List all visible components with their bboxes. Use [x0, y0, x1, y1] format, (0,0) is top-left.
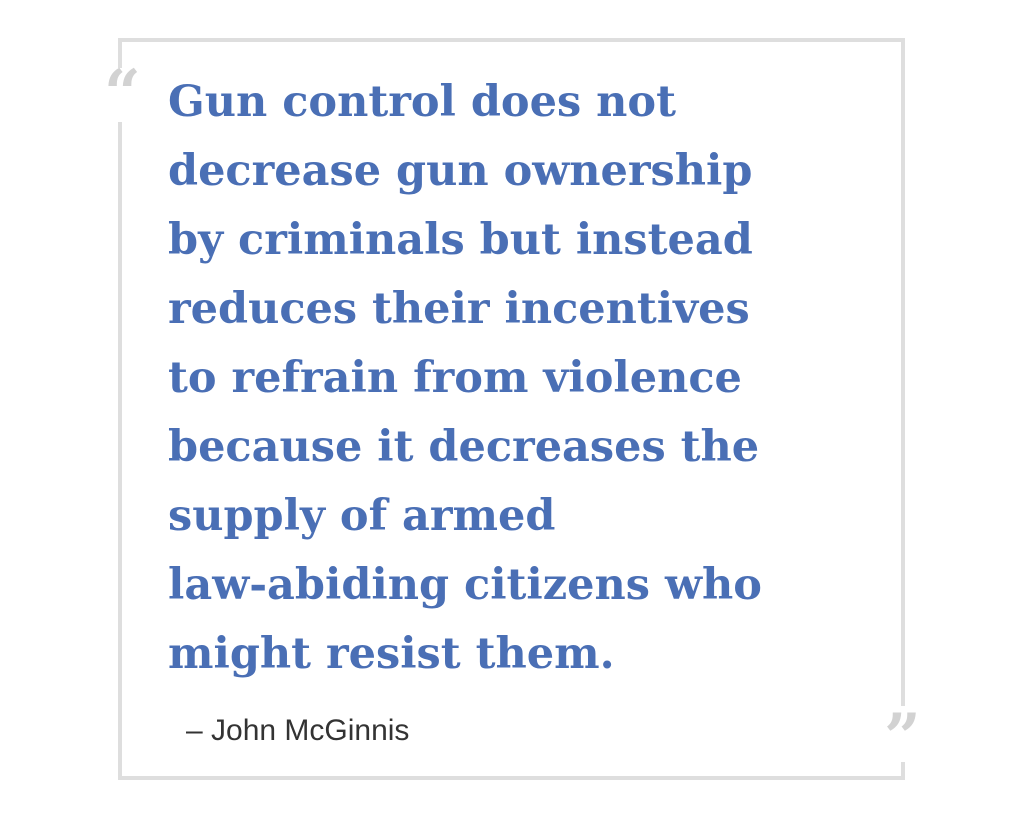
quote-line: Gun control does not	[168, 77, 676, 127]
quote-line: reduces their incentives	[168, 284, 750, 334]
quote-line: supply of armed	[168, 491, 556, 541]
quote-attribution: – John McGinnis	[186, 714, 410, 747]
open-quote-icon: “	[104, 56, 141, 131]
quote-line: to refrain from violence	[168, 353, 742, 403]
quote-line: decrease gun ownership	[168, 146, 753, 196]
quote-line: law-abiding citizens who	[168, 560, 762, 610]
quote-card: “ ” Gun control does not decrease gun ow…	[0, 0, 1024, 828]
close-quote-icon: ”	[884, 700, 921, 775]
quote-line: because it decreases the	[168, 422, 760, 472]
quote-text: Gun control does not decrease gun owners…	[168, 68, 808, 689]
quote-line: by criminals but instead	[168, 215, 753, 265]
quote-line: might resist them.	[168, 629, 615, 679]
